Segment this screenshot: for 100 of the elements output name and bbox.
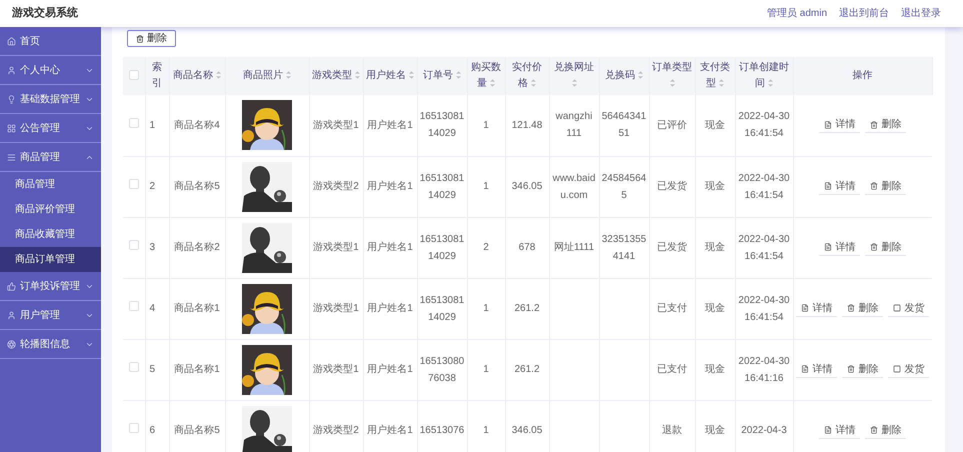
table-cell: 678 [518, 242, 536, 253]
sort-icon[interactable] [490, 79, 495, 88]
table-cell: 2022-04-30 16:41:54 [738, 234, 790, 262]
action-button[interactable]: 删除 [865, 117, 906, 134]
sort-icon[interactable] [408, 71, 414, 80]
table-cell: 1651308114029 [420, 294, 464, 322]
sidebar-subitem[interactable]: 商品收藏管理 [0, 222, 101, 247]
table-cell: 261.2 [514, 303, 540, 314]
table-cell: 游戏类型1 [313, 364, 359, 375]
table-cell: 现金 [705, 181, 725, 192]
table-cell: 1 [483, 425, 489, 436]
header-link[interactable]: 退出登录 [901, 6, 941, 21]
table-cell: 323513554141 [602, 234, 646, 262]
table-cell: 2022-04-30 16:41:54 [738, 294, 790, 322]
sidebar-subitem[interactable]: 商品评价管理 [0, 197, 101, 222]
table-cell: 2022-04-30 16:41:54 [738, 172, 790, 200]
action-button[interactable]: 删除 [865, 240, 906, 256]
sidebar-item[interactable]: 基础数据管理 [0, 85, 101, 114]
action-button[interactable]: 删除 [865, 422, 906, 438]
table-cell: 已支付 [657, 303, 687, 314]
table-cell: 2 [150, 181, 156, 192]
checkbox[interactable] [128, 240, 139, 250]
sidebar-item[interactable]: 商品管理 [0, 143, 101, 172]
table-cell: www.baidu.com [552, 172, 596, 200]
table-cell: 1 [483, 303, 489, 314]
table-cell: 用户姓名1 [367, 120, 413, 131]
table-cell: 游戏类型1 [313, 242, 359, 253]
table-cell: 游戏类型2 [313, 425, 359, 436]
sidebar-item[interactable]: 订单投诉管理 [0, 272, 101, 301]
delete-button[interactable]: 删除 [127, 30, 176, 47]
table-cell: 1 [483, 364, 489, 375]
column-header: 游戏类型 [309, 57, 363, 95]
sort-icon[interactable] [286, 71, 291, 80]
checkbox[interactable] [128, 362, 139, 372]
table-cell: 245845645 [602, 172, 646, 200]
table-cell: 2022-04-30 16:41:16 [738, 356, 790, 384]
table-cell: 121.48 [512, 120, 542, 131]
table-cell: 已支付 [657, 364, 687, 375]
table-cell: wangzhi 111 [556, 111, 592, 140]
header-link[interactable]: 管理员 admin [766, 6, 827, 21]
checkbox[interactable] [128, 118, 139, 128]
table-cell: 1651308114029 [420, 172, 464, 200]
checkbox[interactable] [128, 423, 139, 433]
table-cell: 用户姓名1 [367, 303, 413, 314]
trash-icon [847, 365, 856, 373]
sort-icon[interactable] [216, 71, 221, 80]
action-button[interactable]: 发货 [888, 362, 930, 378]
sidebar-item[interactable]: 首页 [0, 27, 101, 56]
table-cell: 现金 [705, 242, 725, 253]
action-button[interactable]: 详情 [796, 362, 838, 378]
sidebar-item[interactable]: 用户管理 [0, 301, 101, 330]
table-cell: 商品名称5 [174, 181, 220, 192]
sidebar-item[interactable]: 公告管理 [0, 114, 101, 143]
table-cell: 商品名称4 [174, 120, 220, 131]
action-button[interactable]: 详情 [796, 300, 838, 316]
trash-icon [870, 426, 878, 434]
checkbox[interactable] [128, 301, 139, 311]
grid-icon [7, 124, 16, 132]
table-cell: 2 [483, 242, 489, 253]
action-button[interactable]: 删除 [842, 362, 884, 378]
sort-icon[interactable] [354, 71, 360, 80]
table-cell: 6 [150, 425, 156, 436]
table-cell: 1 [483, 181, 489, 192]
column-header: 订单创建时间 [735, 57, 793, 95]
column-header: 用户姓名 [363, 57, 417, 95]
table-cell: 游戏类型2 [313, 181, 359, 192]
sort-icon[interactable] [670, 79, 674, 88]
sort-icon[interactable] [638, 71, 643, 80]
action-button[interactable]: 发货 [888, 300, 930, 316]
trash-icon [870, 120, 878, 129]
checkbox[interactable] [128, 70, 139, 80]
action-button[interactable]: 详情 [819, 422, 860, 438]
action-button[interactable]: 详情 [819, 240, 860, 256]
action-button[interactable]: 删除 [865, 178, 906, 194]
checkbox[interactable] [128, 179, 139, 189]
table-cell: 商品名称1 [174, 303, 220, 314]
sidebar-subitem[interactable]: 商品订单管理 [0, 247, 101, 272]
column-header: 订单号 [417, 57, 467, 95]
sort-icon[interactable] [718, 79, 724, 88]
action-button[interactable]: 删除 [842, 300, 884, 316]
table-cell: 退款 [662, 425, 682, 436]
sort-icon[interactable] [456, 71, 461, 80]
document-icon [801, 365, 810, 373]
table-cell: 网址1111 [554, 242, 594, 253]
sidebar-item[interactable]: 轮播图信息 [0, 330, 101, 359]
header-link[interactable]: 退出到前台 [839, 6, 889, 21]
table-cell: 现金 [705, 425, 725, 436]
table-cell: 现金 [705, 364, 725, 375]
action-button[interactable]: 详情 [819, 117, 860, 134]
column-header: 兑换网址 [549, 57, 599, 95]
table-cell: 1 [483, 120, 489, 131]
sidebar-subitem[interactable]: 商品管理 [0, 172, 101, 197]
sort-icon[interactable] [768, 79, 773, 88]
table-cell: 1651308076038 [420, 356, 464, 384]
action-button[interactable]: 详情 [819, 178, 860, 194]
table-cell: 2022-04-30 16:41:54 [738, 111, 790, 140]
table-cell: 用户姓名1 [367, 425, 413, 436]
sort-icon[interactable] [530, 79, 536, 88]
sort-icon[interactable] [572, 79, 576, 88]
sidebar-item[interactable]: 个人中心 [0, 56, 101, 85]
